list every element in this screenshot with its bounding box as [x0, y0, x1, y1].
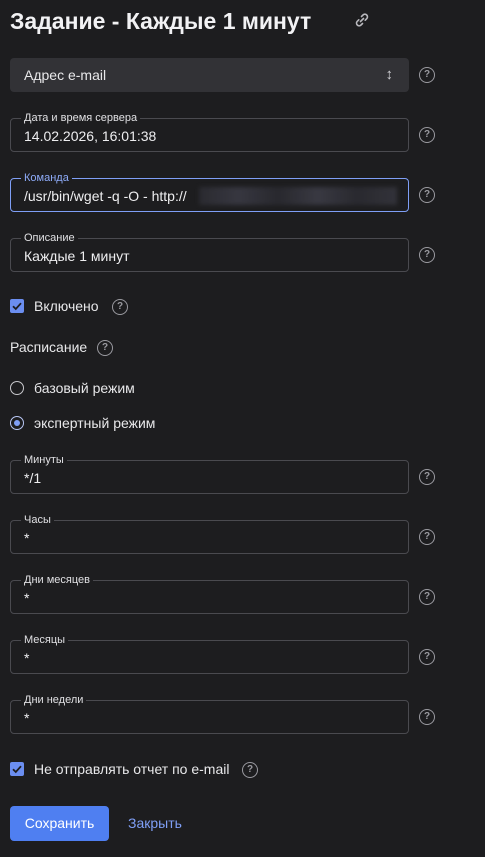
month-days-value: * — [24, 590, 30, 606]
save-button[interactable]: Сохранить — [10, 806, 109, 841]
page-title: Задание - Каждые 1 минут — [10, 8, 312, 34]
minutes-label: Минуты — [21, 453, 67, 467]
expert-mode-label: экспертный режим — [34, 415, 156, 431]
no-report-checkbox[interactable] — [10, 762, 24, 776]
help-icon[interactable]: ? — [419, 589, 435, 605]
radio-basic-mode[interactable] — [10, 381, 24, 395]
server-time-label: Дата и время сервера — [21, 111, 141, 125]
no-report-label: Не отправлять отчет по e-mail — [34, 761, 230, 777]
help-icon[interactable]: ? — [419, 649, 435, 665]
link-icon[interactable] — [352, 10, 372, 30]
help-icon[interactable]: ? — [419, 247, 435, 263]
help-icon[interactable]: ? — [242, 762, 258, 778]
help-icon[interactable]: ? — [112, 299, 128, 315]
hours-field[interactable]: Часы * — [10, 513, 409, 554]
help-icon[interactable]: ? — [419, 187, 435, 203]
enabled-checkbox[interactable] — [10, 299, 24, 313]
server-time-value: 14.02.2026, 16:01:38 — [24, 128, 157, 144]
help-icon[interactable]: ? — [419, 469, 435, 485]
email-select[interactable]: Адрес e-mail ↕ — [10, 58, 409, 92]
month-days-label: Дни месяцев — [21, 573, 93, 587]
help-icon[interactable]: ? — [419, 127, 435, 143]
description-label: Описание — [21, 231, 78, 245]
email-select-value: Адрес e-mail — [24, 67, 107, 83]
hours-value: * — [24, 530, 30, 546]
command-label: Команда — [21, 171, 72, 185]
description-value: Каждые 1 минут — [24, 248, 130, 264]
minutes-field[interactable]: Минуты */1 — [10, 453, 409, 494]
server-time-field[interactable]: Дата и время сервера 14.02.2026, 16:01:3… — [10, 111, 409, 152]
weekdays-value: * — [24, 710, 30, 726]
basic-mode-label: базовый режим — [34, 380, 135, 396]
month-days-field[interactable]: Дни месяцев * — [10, 573, 409, 614]
help-icon[interactable]: ? — [419, 67, 435, 83]
redacted-url — [199, 187, 397, 205]
close-link[interactable]: Закрыть — [128, 806, 182, 841]
enabled-label: Включено — [34, 298, 99, 314]
help-icon[interactable]: ? — [419, 709, 435, 725]
help-icon[interactable]: ? — [419, 529, 435, 545]
command-field[interactable]: Команда /usr/bin/wget -q -O - http:// — [10, 171, 409, 212]
weekdays-label: Дни недели — [21, 693, 87, 707]
months-field[interactable]: Месяцы * — [10, 633, 409, 674]
help-icon[interactable]: ? — [97, 340, 113, 356]
months-label: Месяцы — [21, 633, 69, 647]
weekdays-field[interactable]: Дни недели * — [10, 693, 409, 734]
description-field[interactable]: Описание Каждые 1 минут — [10, 231, 409, 272]
command-value: /usr/bin/wget -q -O - http:// — [24, 188, 187, 204]
hours-label: Часы — [21, 513, 54, 527]
months-value: * — [24, 650, 30, 666]
radio-expert-mode[interactable] — [10, 416, 24, 430]
schedule-heading: Расписание — [10, 339, 88, 355]
minutes-value: */1 — [24, 470, 42, 486]
select-arrows-icon: ↕ — [385, 66, 394, 83]
